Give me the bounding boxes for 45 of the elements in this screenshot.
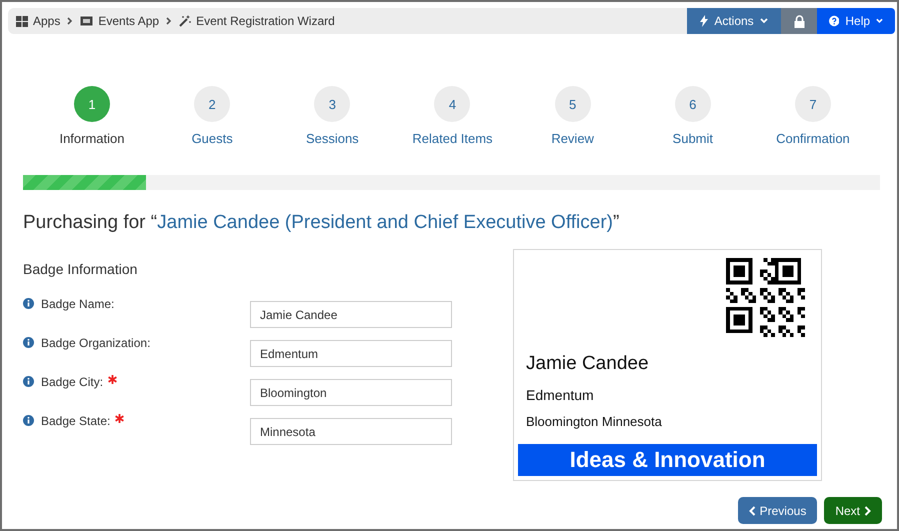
field-label: Badge State:: [41, 414, 110, 428]
breadcrumb-link[interactable]: Apps: [16, 14, 60, 28]
badge-banner: Ideas & Innovation: [518, 444, 817, 476]
input-field[interactable]: Bloomington: [250, 379, 452, 406]
next-button[interactable]: Next: [824, 497, 882, 524]
section-title: Badge Information: [23, 261, 138, 277]
magic-wand-icon: [179, 15, 192, 27]
wizard-step[interactable]: 6 Submit: [632, 86, 753, 146]
chevron-right-icon: [864, 506, 871, 516]
input-field[interactable]: Minnesota: [250, 418, 452, 445]
wizard-step[interactable]: 5 Review: [512, 86, 633, 146]
breadcrumb-link[interactable]: Events App: [80, 14, 160, 28]
info-icon[interactable]: [23, 337, 34, 348]
field-label: Badge City:: [41, 375, 104, 389]
chevron-icon: [67, 17, 74, 25]
badge-name: Jamie Candee: [526, 353, 650, 375]
lock-button[interactable]: [781, 8, 817, 34]
info-icon[interactable]: [23, 376, 34, 387]
lock-icon: [794, 14, 804, 28]
page-heading: Purchasing for “Jamie Candee (President and Chief Executive Officer)”: [23, 212, 620, 234]
wizard-step[interactable]: 7 Confirmation: [752, 86, 873, 146]
wizard-step[interactable]: 2 Guests: [152, 86, 272, 146]
info-icon[interactable]: [23, 415, 34, 426]
caret-icon: [760, 18, 768, 24]
wizard-step[interactable]: 3 Sessions: [272, 86, 392, 146]
field-label: Badge Organization:: [41, 336, 150, 350]
grid-icon: [16, 16, 28, 26]
input-field[interactable]: Edmentum: [250, 340, 452, 367]
input-field[interactable]: Jamie Candee: [250, 301, 452, 328]
help-button[interactable]: Help: [817, 8, 895, 34]
chevron-icon: [166, 17, 172, 25]
wizard-step[interactable]: 4 Related Items: [392, 86, 512, 146]
lightning-icon: [700, 15, 708, 27]
wizard-step[interactable]: 1 Information: [32, 86, 152, 146]
breadcrumb-link[interactable]: Event Registration Wizard: [179, 14, 335, 28]
chevron-left-icon: [748, 506, 756, 516]
actions-button[interactable]: Actions: [687, 8, 781, 34]
badge-location: Bloomington Minnesota: [526, 414, 663, 429]
help-icon: [829, 15, 840, 27]
window-icon: [80, 16, 94, 26]
previous-button[interactable]: Previous: [738, 497, 818, 524]
field-label: Badge Name:: [41, 297, 114, 311]
caret-icon: [876, 18, 883, 24]
info-icon[interactable]: [23, 298, 34, 309]
badge-organization: Edmentum: [526, 387, 595, 403]
